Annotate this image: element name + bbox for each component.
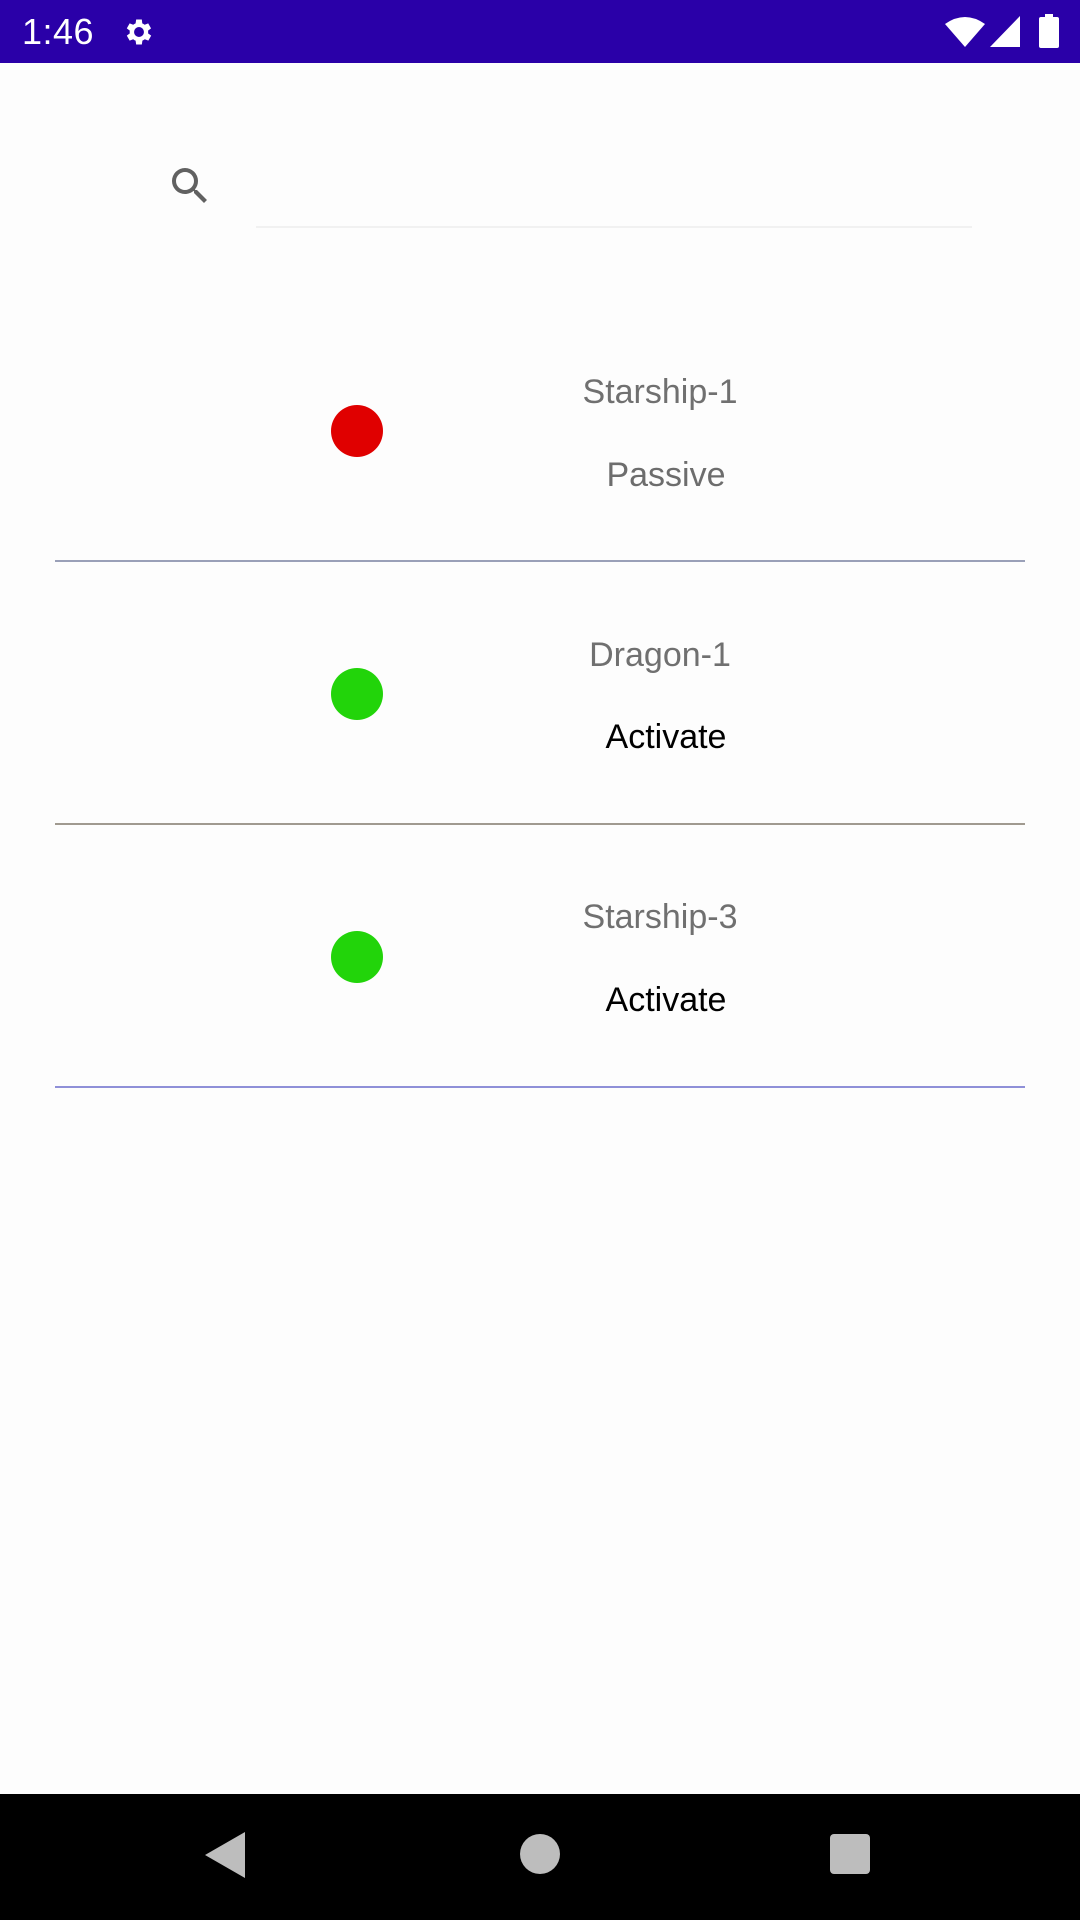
navigation-bar — [0, 1794, 1080, 1920]
item-name: Starship-1 — [582, 373, 738, 411]
status-indicator-dot — [331, 405, 383, 457]
list-item: Starship-3 Activate — [0, 824, 1080, 1088]
item-action-button[interactable]: Activate — [466, 717, 866, 757]
device-list: Starship-1 Passive Dragon-1 Activate Sta… — [0, 300, 1080, 1088]
list-divider — [55, 1086, 1025, 1088]
list-item: Starship-1 Passive — [0, 300, 1080, 562]
item-action-button[interactable]: Passive — [466, 455, 866, 495]
item-action-button[interactable]: Activate — [466, 980, 866, 1020]
status-indicator-dot — [331, 931, 383, 983]
item-name: Dragon-1 — [589, 636, 731, 674]
app-screen: 1:46 Starship-1 Passive Dragon-1 Activat… — [0, 0, 1080, 1920]
status-indicator-dot — [331, 668, 383, 720]
wifi-icon — [945, 17, 985, 47]
battery-icon — [1039, 14, 1059, 48]
gear-icon — [126, 19, 152, 45]
back-icon[interactable] — [205, 1832, 245, 1878]
search-bar — [100, 110, 972, 250]
signal-icon — [990, 16, 1020, 47]
search-icon[interactable] — [166, 162, 214, 210]
search-input[interactable] — [256, 140, 972, 228]
status-bar: 1:46 — [0, 0, 1080, 63]
status-time: 1:46 — [22, 11, 95, 52]
home-icon[interactable] — [520, 1834, 560, 1874]
item-name: Starship-3 — [582, 898, 738, 936]
list-item: Dragon-1 Activate — [0, 562, 1080, 825]
recents-icon[interactable] — [830, 1834, 870, 1874]
